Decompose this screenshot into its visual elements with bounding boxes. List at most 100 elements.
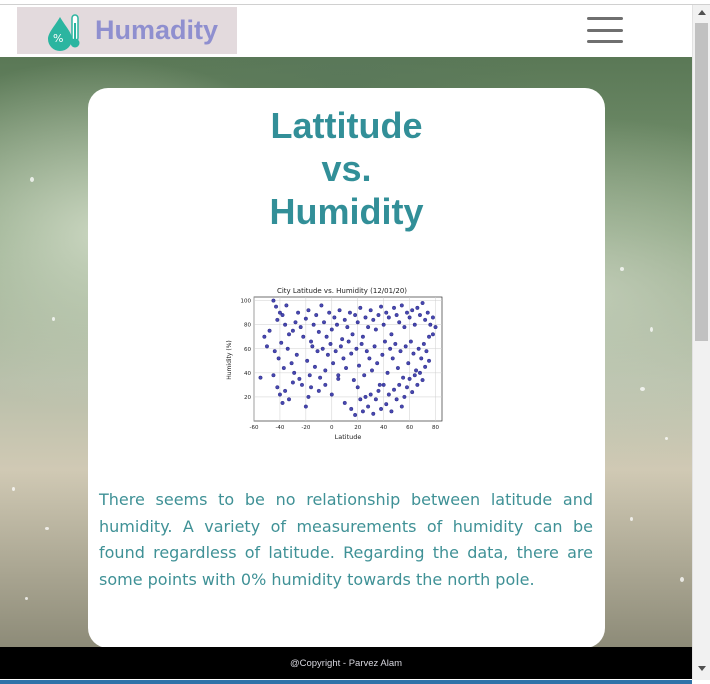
data-point xyxy=(363,394,368,399)
data-point xyxy=(411,351,416,356)
data-point xyxy=(379,407,384,411)
data-point xyxy=(433,325,438,330)
data-point xyxy=(376,388,381,393)
data-point xyxy=(318,375,323,380)
data-point xyxy=(354,346,359,351)
data-point xyxy=(347,310,352,315)
data-point xyxy=(344,366,349,370)
humidity-thermometer-icon: % xyxy=(48,13,80,51)
data-point xyxy=(403,344,408,349)
data-point xyxy=(397,382,402,387)
data-point xyxy=(306,394,311,399)
data-point xyxy=(312,364,317,369)
data-point xyxy=(337,308,342,313)
x-tick-label: 40 xyxy=(380,425,387,431)
data-point xyxy=(407,376,412,381)
data-point xyxy=(384,310,389,315)
data-point xyxy=(336,376,341,381)
data-point xyxy=(423,364,428,369)
data-point xyxy=(303,316,308,321)
data-point xyxy=(386,392,391,397)
data-point xyxy=(272,349,277,354)
data-point xyxy=(285,346,290,351)
data-point xyxy=(371,317,376,322)
data-point xyxy=(331,361,336,366)
data-point xyxy=(280,313,285,318)
scroll-up-arrow-icon[interactable] xyxy=(698,10,706,15)
data-point xyxy=(368,392,373,397)
data-point xyxy=(368,308,373,313)
data-point xyxy=(353,313,358,318)
brand-logo[interactable]: % Humadity xyxy=(17,7,237,54)
data-point xyxy=(376,313,381,318)
data-point xyxy=(420,378,425,383)
data-point xyxy=(430,315,435,320)
scrollbar-thumb[interactable] xyxy=(695,23,708,341)
data-point xyxy=(381,382,386,387)
data-point xyxy=(341,356,346,361)
data-point xyxy=(335,322,339,327)
data-point xyxy=(392,305,396,310)
data-point xyxy=(375,361,380,366)
data-point xyxy=(342,400,347,405)
data-point xyxy=(402,394,407,399)
scroll-down-arrow-icon[interactable] xyxy=(698,666,706,671)
data-point xyxy=(351,378,356,383)
data-point xyxy=(392,387,396,392)
data-point xyxy=(410,390,415,395)
data-point xyxy=(427,334,431,339)
data-point xyxy=(390,356,395,361)
data-point xyxy=(398,349,403,354)
chart-title: City Latitude vs. Humidity (12/01/20) xyxy=(277,287,407,295)
data-point xyxy=(401,375,406,380)
data-point xyxy=(363,315,368,320)
x-tick-label: 0 xyxy=(330,425,334,431)
data-point xyxy=(329,327,334,332)
data-point xyxy=(277,392,282,397)
data-point xyxy=(258,375,263,380)
title-line: vs. xyxy=(321,148,372,189)
data-point xyxy=(323,368,328,373)
data-point xyxy=(371,411,376,416)
page-title: Lattitude vs. Humidity xyxy=(88,104,605,233)
vertical-scrollbar[interactable] xyxy=(692,5,710,680)
data-point xyxy=(418,370,422,375)
data-point xyxy=(336,373,341,378)
hamburger-menu-icon[interactable] xyxy=(587,17,623,45)
y-tick-label: 40 xyxy=(244,371,251,377)
data-point xyxy=(395,366,400,370)
data-point xyxy=(274,304,278,309)
data-point xyxy=(320,346,325,351)
data-point xyxy=(305,358,310,363)
data-point xyxy=(275,317,280,322)
data-point xyxy=(345,325,350,330)
navbar: % Humadity xyxy=(0,5,692,57)
data-point xyxy=(307,373,312,378)
copyright-text: @Copyright - Parvez Alam xyxy=(289,658,403,669)
data-point xyxy=(399,404,404,409)
data-point xyxy=(405,310,409,315)
data-point xyxy=(364,349,369,354)
svg-text:%: % xyxy=(53,32,63,45)
data-point xyxy=(297,376,302,381)
data-point xyxy=(292,370,297,375)
data-point xyxy=(373,397,378,402)
data-point xyxy=(338,344,343,349)
data-point xyxy=(262,334,267,339)
data-point xyxy=(412,322,417,327)
data-point xyxy=(316,329,321,334)
data-point xyxy=(296,310,301,315)
data-point xyxy=(407,315,412,320)
data-point xyxy=(276,356,281,361)
scatter-plot[interactable]: City Latitude vs. Humidity (12/01/20) -6… xyxy=(224,284,448,444)
data-point xyxy=(340,337,345,342)
data-point xyxy=(373,327,378,332)
data-point xyxy=(402,325,407,330)
data-point xyxy=(323,382,328,387)
x-tick-label: -60 xyxy=(250,425,259,431)
data-point xyxy=(294,352,299,357)
data-point xyxy=(362,373,367,378)
data-point xyxy=(309,339,313,344)
y-tick-label: 100 xyxy=(241,299,252,305)
data-point xyxy=(421,342,426,346)
